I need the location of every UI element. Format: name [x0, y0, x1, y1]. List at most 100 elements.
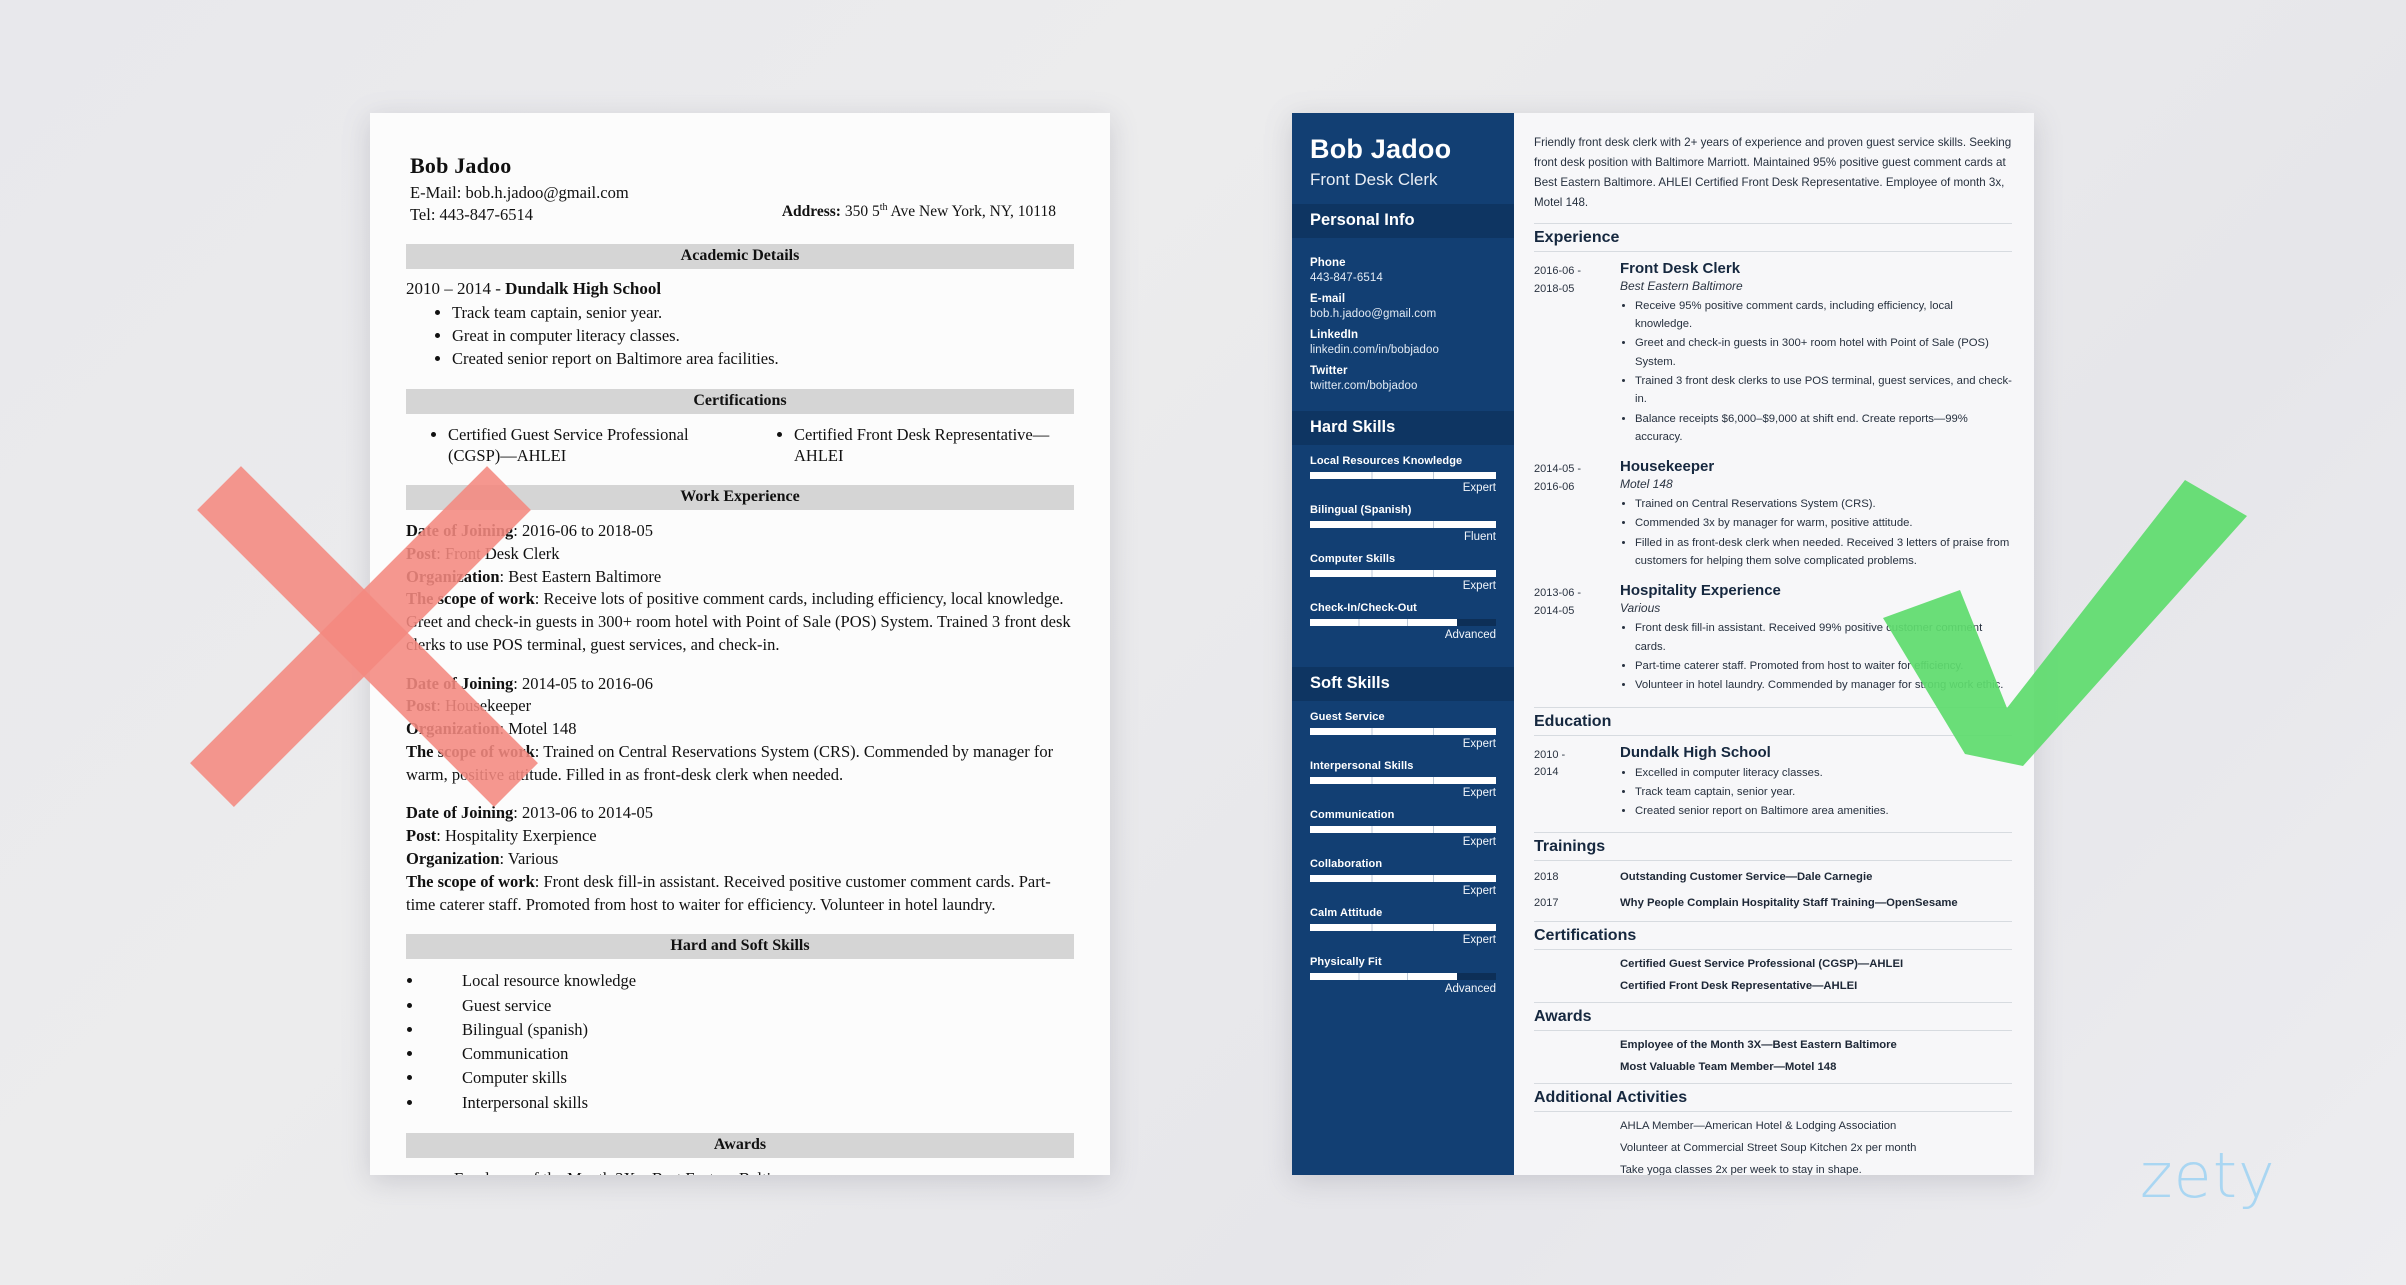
skill-meter: Collaboration Expert: [1310, 858, 1496, 897]
bad-job-org-label: Organization: [406, 566, 500, 586]
bad-job-post-value: : Hospitality Exerpience: [436, 826, 597, 846]
section-heading-education: Education: [1534, 706, 2012, 736]
sidebar-section-soft-skills: Soft Skills: [1292, 667, 1514, 702]
sidebar-section-personal-info: Personal Info: [1292, 204, 1514, 239]
award-item: Employee of the Month 3X—Best Eastern Ba…: [1620, 1039, 1897, 1052]
skill-bar-track: [1310, 973, 1496, 981]
experience-body: Front Desk Clerk Best Eastern Baltimore …: [1620, 260, 2012, 447]
list-item: Communication: [424, 1042, 1074, 1066]
skill-bar-fill: [1310, 924, 1496, 932]
resume-summary: Friendly front desk clerk with 2+ years …: [1534, 136, 2012, 209]
experience-body: Housekeeper Motel 148 Trained on Central…: [1620, 458, 2012, 571]
bad-job-date-value: : 2013-06 to 2014-05: [513, 803, 654, 823]
certification-item: Certified Guest Service Professional (CG…: [1620, 958, 1904, 971]
bad-job-org: Organization: Best Eastern Baltimore: [406, 566, 1074, 589]
bad-job-entry: Date of Joining: 2014-05 to 2016-06 Post…: [406, 673, 1074, 787]
list-item: Filled in as front-desk clerk when neede…: [1635, 534, 2012, 571]
date-from: 2014-05 -: [1534, 463, 1582, 476]
sidebar-field-label-phone: Phone: [1310, 257, 1346, 270]
bad-section-awards-header: Awards: [406, 1132, 1074, 1158]
skill-level: Expert: [1462, 934, 1496, 947]
education-body: Dundalk High School Excelled in computer…: [1620, 744, 2012, 822]
skill-level: Expert: [1462, 580, 1496, 593]
bad-job-post: Post: Front Desk Clerk: [406, 543, 1074, 566]
bad-section-skills-header: Hard and Soft Skills: [406, 934, 1074, 960]
bad-resume-address-label: Address:: [781, 203, 841, 221]
bad-job-date-value: : 2016-06 to 2018-05: [513, 521, 654, 541]
skill-level: Advanced: [1444, 983, 1496, 996]
date-from: 2016-06 -: [1534, 264, 1582, 277]
experience-title: Housekeeper: [1620, 458, 1715, 476]
education-school: Dundalk High School: [1620, 743, 1771, 761]
zety-logo: zety: [2140, 1139, 2276, 1212]
bad-job-org: Organization: Motel 148: [406, 718, 1074, 741]
sidebar-field-label-linkedin: LinkedIn: [1310, 329, 1359, 342]
date-to: 2018-05: [1534, 282, 1575, 295]
bad-job-date-label: Date of Joining: [406, 673, 514, 693]
bad-job-post-label: Post: [406, 696, 437, 716]
list-item: Volunteer in hotel laundry. Commended by…: [1635, 676, 2012, 694]
bad-certifications-col-2: Certified Front Desk Representative—AHLE…: [752, 424, 1074, 468]
skill-bar-fill: [1310, 728, 1496, 736]
experience-entry: 2016-06 - 2018-05 Front Desk Clerk Best …: [1534, 260, 2012, 447]
bad-skill-label: Interpersonal skills: [462, 1092, 589, 1112]
skill-bar-fill: [1310, 973, 1457, 981]
skill-name: Communication: [1310, 809, 1395, 822]
list-item: Bilingual (spanish): [424, 1018, 1074, 1042]
bad-resume-email: E-Mail: bob.h.jadoo@gmail.com: [410, 183, 629, 202]
skill-name: Guest Service: [1310, 711, 1385, 724]
bad-job-date: Date of Joining: 2014-05 to 2016-06: [406, 673, 1074, 696]
good-resume-main-column: Friendly front desk clerk with 2+ years …: [1514, 113, 2034, 1175]
list-item: Part-time caterer staff. Promoted from h…: [1635, 657, 2012, 675]
award-item: Most Valuable Team Member—Motel 148: [1620, 1061, 1837, 1074]
skill-level: Expert: [1462, 885, 1496, 898]
list-item: Excelled in computer literacy classes.: [1635, 764, 2012, 782]
list-item: Track team captain, senior year.: [452, 301, 1074, 324]
bad-job-post-value: : Housekeeper: [436, 696, 532, 716]
skill-bar-fill: [1310, 521, 1496, 529]
list-item: Computer skills: [424, 1066, 1074, 1090]
section-heading-trainings: Trainings: [1534, 832, 2012, 862]
skill-bar-track: [1310, 826, 1496, 834]
bad-job-scope-label: The scope of work: [406, 589, 535, 609]
bad-skill-label: Guest service: [462, 995, 552, 1015]
bad-job-org-label: Organization: [406, 848, 500, 868]
skill-name: Bilingual (Spanish): [1310, 504, 1412, 517]
skill-bar-track: [1310, 777, 1496, 785]
list-item: Guest service: [424, 994, 1074, 1018]
skill-bar-track: [1310, 728, 1496, 736]
sidebar-section-hard-skills: Hard Skills: [1292, 411, 1514, 446]
experience-company: Best Eastern Baltimore: [1620, 278, 1743, 293]
experience-bullets: Trained on Central Reservations System (…: [1620, 495, 2012, 570]
training-row: 2017 Why People Complain Hospitality Sta…: [1534, 895, 2012, 913]
skill-meter: Communication Expert: [1310, 809, 1496, 848]
experience-dates: 2016-06 - 2018-05: [1534, 260, 1620, 447]
bad-job-post: Post: Hospitality Exerpience: [406, 825, 1074, 848]
bad-school-bullets: Track team captain, senior year. Great i…: [406, 301, 1074, 370]
list-item: Trained 3 front desk clerks to use POS t…: [1635, 372, 2012, 409]
experience-body: Hospitality Experience Various Front des…: [1620, 582, 2012, 695]
list-item: Receive 95% positive comment cards, incl…: [1635, 297, 2012, 334]
bad-job-date: Date of Joining: 2013-06 to 2014-05: [406, 802, 1074, 825]
bad-school-years: 2010 – 2014 -: [406, 279, 506, 299]
skill-level: Fluent: [1464, 531, 1496, 544]
education-bullets: Excelled in computer literacy classes. T…: [1620, 764, 2012, 821]
skill-bar-fill: [1310, 619, 1457, 627]
skill-level: Expert: [1462, 482, 1496, 495]
skill-level: Expert: [1462, 738, 1496, 751]
skill-level: Advanced: [1444, 629, 1496, 642]
certification-item: Certified Front Desk Representative—AHLE…: [1620, 980, 1858, 993]
bad-skills-list: Local resource knowledge Guest service B…: [406, 969, 1074, 1115]
bad-award-item: Employee of the Month 3X—Best Eastern Ba…: [454, 1168, 1074, 1175]
bad-job-post-label: Post: [406, 543, 437, 563]
bad-resume-contact-row: E-Mail: bob.h.jadoo@gmail.com Tel: 443-8…: [406, 182, 1074, 226]
sidebar-hard-skills-body: Local Resources Knowledge Expert Bilingu…: [1292, 445, 1514, 667]
bad-skill-label: Communication: [462, 1044, 569, 1064]
date-to: 2014-05: [1534, 605, 1575, 618]
list-item: Track team captain, senior year.: [1635, 783, 2012, 801]
list-item: Certified Guest Service Professional (CG…: [448, 424, 728, 468]
section-heading-awards: Awards: [1534, 1002, 2012, 1032]
training-year: 2018: [1534, 871, 1559, 884]
good-resume-header: Bob Jadoo Front Desk Clerk: [1292, 113, 1514, 204]
skill-meter: Guest Service Expert: [1310, 711, 1496, 750]
